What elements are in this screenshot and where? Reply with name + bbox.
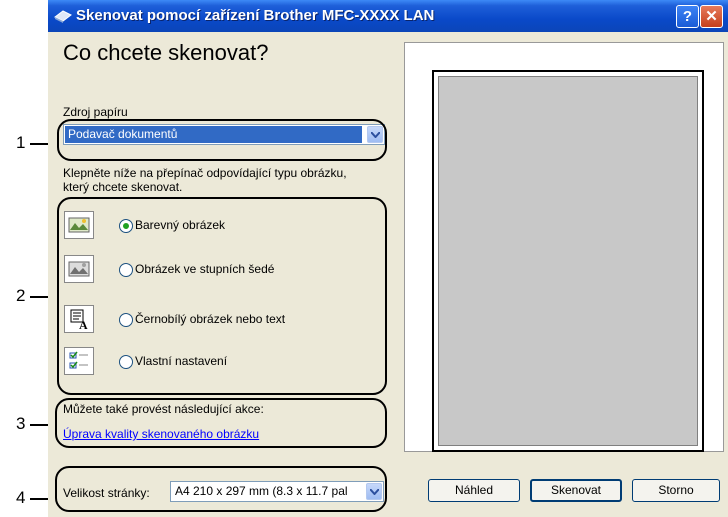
callout-box-2 bbox=[57, 197, 387, 395]
scanner-icon bbox=[54, 10, 72, 23]
page-title: Co chcete skenovat? bbox=[63, 40, 269, 65]
cancel-button[interactable]: Storno bbox=[632, 479, 720, 502]
callout-box-4 bbox=[55, 466, 387, 512]
title-bar[interactable]: Skenovat pomocí zařízení Brother MFC-XXX… bbox=[48, 0, 728, 32]
callout-number-3: 3 bbox=[16, 414, 26, 433]
callout-number-4: 4 bbox=[16, 488, 26, 507]
callout-number-1: 1 bbox=[16, 133, 26, 152]
close-button[interactable]: ✕ bbox=[700, 5, 723, 28]
instruction-line-2: který chcete skenovat. bbox=[63, 180, 183, 194]
callout-number-2: 2 bbox=[16, 286, 26, 305]
scan-button[interactable]: Skenovat bbox=[530, 479, 622, 502]
preview-button[interactable]: Náhled bbox=[428, 479, 520, 502]
paper-source-label: Zdroj papíru bbox=[63, 105, 128, 119]
window-title: Skenovat pomocí zařízení Brother MFC-XXX… bbox=[76, 7, 435, 24]
instruction-line-1: Klepněte níže na přepínač odpovídající t… bbox=[63, 166, 347, 180]
callout-box-1 bbox=[57, 119, 387, 161]
callout-box-3 bbox=[55, 398, 387, 448]
preview-image-area bbox=[438, 76, 698, 446]
help-button[interactable]: ? bbox=[676, 5, 699, 28]
